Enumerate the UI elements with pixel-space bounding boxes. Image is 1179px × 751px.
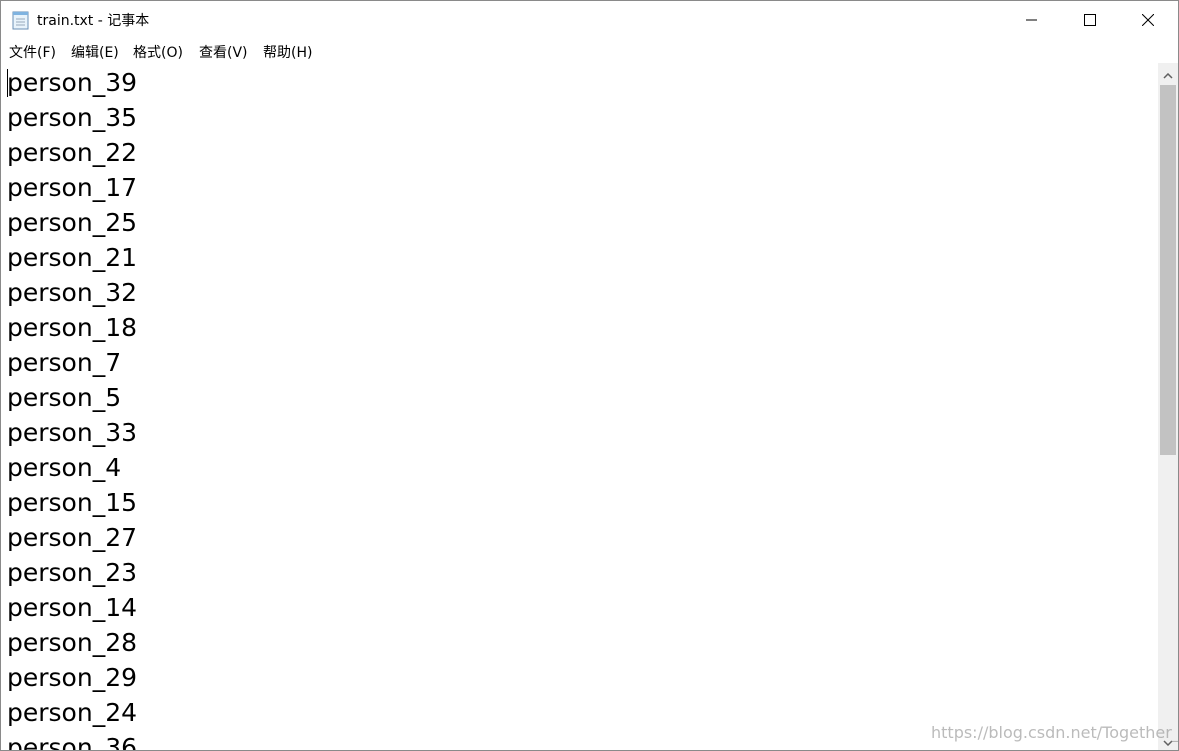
text-line: person_25 (7, 208, 138, 237)
text-line: person_29 (7, 663, 138, 692)
text-line: person_35 (7, 103, 138, 132)
text-line: person_27 (7, 523, 138, 552)
menu-bar: 文件(F) 编辑(E) 格式(O) 查看(V) 帮助(H) (1, 39, 1178, 63)
window-title: train.txt - 记事本 (37, 13, 150, 29)
close-button[interactable] (1119, 1, 1177, 39)
watermark: https://blog.csdn.net/Together_CZ (931, 723, 1179, 742)
text-line: person_14 (7, 593, 138, 622)
text-line: person_17 (7, 173, 138, 202)
text-line: person_21 (7, 243, 138, 272)
menu-format[interactable]: 格式(O) (133, 42, 183, 62)
text-line: person_4 (7, 453, 122, 482)
notepad-window: train.txt - 记事本 文件(F) 编辑(E) 格式(O) 查看(V) … (0, 0, 1179, 751)
text-line: person_32 (7, 278, 138, 307)
scroll-up-arrow-icon (1163, 64, 1173, 83)
text-line: person_18 (7, 313, 138, 342)
scrollbar-thumb[interactable] (1160, 85, 1176, 455)
vertical-scrollbar[interactable] (1158, 63, 1178, 750)
text-line: person_33 (7, 418, 138, 447)
title-bar[interactable]: train.txt - 记事本 (1, 1, 1178, 39)
text-line: person_15 (7, 488, 138, 517)
text-line: person_7 (7, 348, 122, 377)
menu-file[interactable]: 文件(F) (9, 42, 56, 62)
maximize-icon (1084, 11, 1096, 30)
text-line: person_39 (7, 68, 138, 97)
text-line: person_23 (7, 558, 138, 587)
text-line: person_24 (7, 698, 138, 727)
minimize-button[interactable] (1003, 1, 1061, 39)
maximize-button[interactable] (1061, 1, 1119, 39)
close-icon (1141, 11, 1155, 30)
text-line: person_28 (7, 628, 138, 657)
text-editor[interactable]: person_39 person_35 person_22 person_17 … (1, 63, 1158, 750)
minimize-icon (1026, 11, 1038, 30)
text-line: person_5 (7, 383, 122, 412)
scroll-up-button[interactable] (1158, 63, 1178, 83)
text-line: person_22 (7, 138, 138, 167)
notepad-icon (12, 10, 30, 30)
menu-edit[interactable]: 编辑(E) (71, 42, 119, 62)
text-line: person_36 (7, 733, 138, 750)
menu-help[interactable]: 帮助(H) (263, 42, 312, 62)
menu-view[interactable]: 查看(V) (199, 42, 248, 62)
